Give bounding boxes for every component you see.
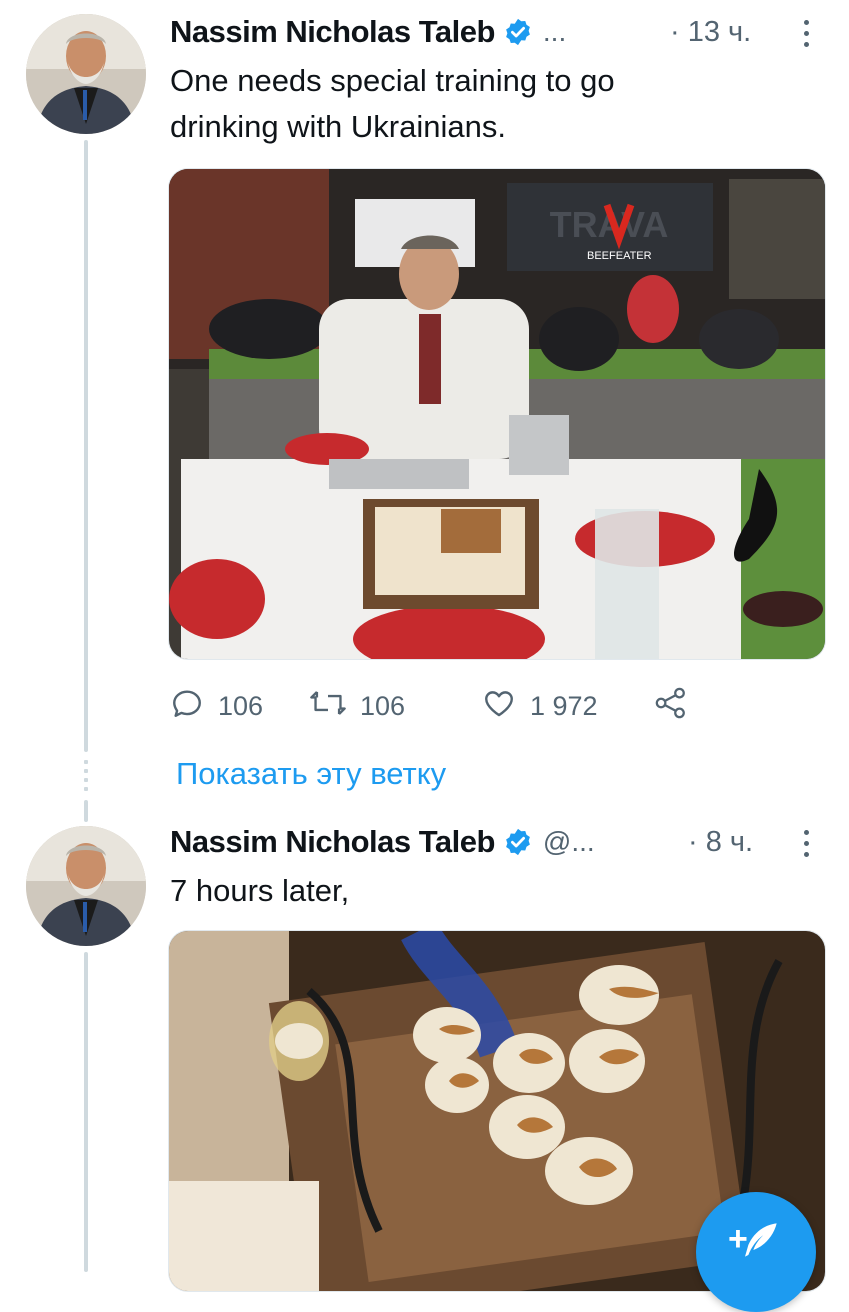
tweet-text: One needs special training to go drinkin… bbox=[170, 58, 810, 150]
sign-sponsor: BEEFEATER bbox=[587, 250, 652, 262]
avatar[interactable] bbox=[26, 14, 146, 134]
author-name[interactable]: Nassim Nicholas Taleb bbox=[170, 14, 495, 50]
tweet-text-line: 7 hours later, bbox=[170, 873, 350, 908]
more-vertical-icon[interactable] bbox=[804, 20, 810, 48]
reply-count: 106 bbox=[218, 690, 264, 721]
author-handle[interactable]: ... bbox=[543, 16, 566, 48]
share-button[interactable] bbox=[654, 686, 702, 727]
like-button[interactable]: 1 972 bbox=[482, 686, 654, 727]
author-name[interactable]: Nassim Nicholas Taleb bbox=[170, 824, 495, 860]
tweet-header: Nassim Nicholas Taleb @... bbox=[170, 822, 595, 862]
tweet-time[interactable]: · 13 ч. bbox=[670, 16, 751, 49]
tweet-text-line: One needs special training to go bbox=[170, 63, 615, 98]
tweet-photo[interactable]: TRAVA BEEFEATER bbox=[168, 168, 826, 660]
tweet-actions: 106 106 1 972 bbox=[170, 686, 702, 726]
reply-icon bbox=[170, 686, 218, 727]
tweet-text-line: drinking with Ukrainians. bbox=[170, 109, 506, 144]
thread-line bbox=[84, 140, 88, 752]
verified-badge-icon bbox=[503, 827, 533, 857]
verified-badge-icon bbox=[503, 17, 533, 47]
compose-tweet-icon bbox=[740, 1220, 780, 1270]
author-handle[interactable]: @... bbox=[543, 826, 595, 858]
compose-tweet-button[interactable]: + bbox=[696, 1192, 816, 1312]
tweet-text: 7 hours later, bbox=[170, 868, 810, 914]
tweet-time[interactable]: · 8 ч. bbox=[688, 826, 753, 859]
share-icon bbox=[654, 686, 702, 727]
thread-gap-dots bbox=[82, 758, 90, 798]
tweet-header: Nassim Nicholas Taleb ... bbox=[170, 12, 566, 52]
retweet-icon bbox=[310, 686, 360, 727]
more-vertical-icon[interactable] bbox=[804, 830, 810, 858]
reply-button[interactable]: 106 bbox=[170, 686, 310, 727]
retweet-button[interactable]: 106 bbox=[310, 686, 482, 727]
show-thread-link[interactable]: Показать эту ветку bbox=[176, 756, 446, 792]
heart-icon bbox=[482, 686, 530, 727]
like-count: 1 972 bbox=[530, 690, 598, 721]
avatar[interactable] bbox=[26, 826, 146, 946]
thread-line bbox=[84, 952, 88, 1272]
retweet-count: 106 bbox=[360, 690, 406, 721]
thread-line bbox=[84, 800, 88, 822]
